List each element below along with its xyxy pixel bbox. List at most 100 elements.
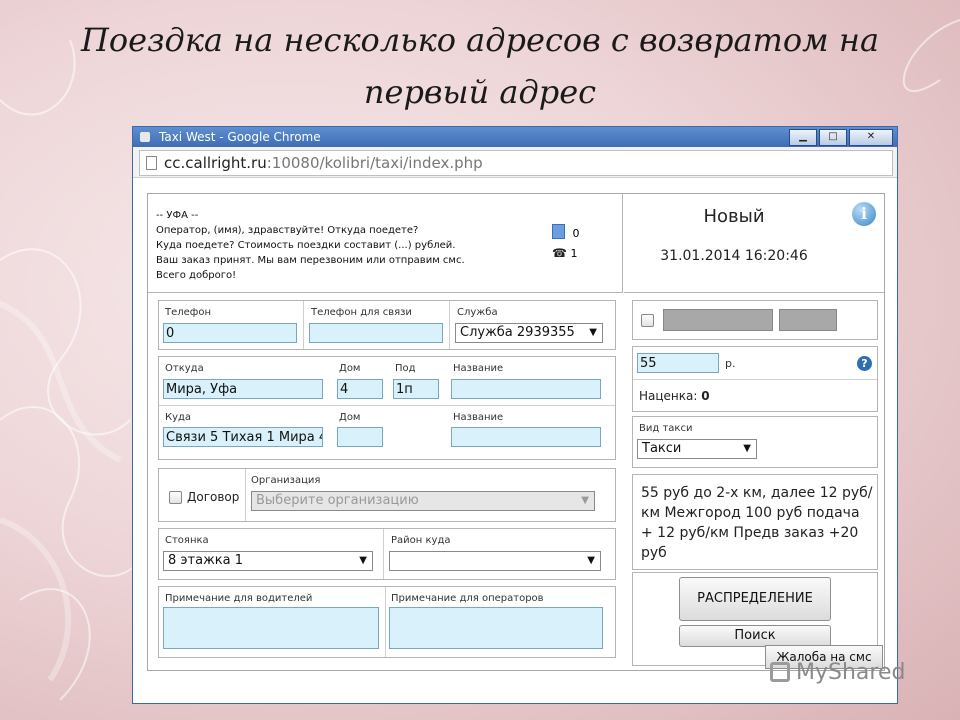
- distribute-button[interactable]: РАСПРЕДЕЛЕНИЕ: [679, 577, 831, 621]
- parking-label: Стоянка: [165, 535, 209, 546]
- organization-placeholder: Выберите организацию: [256, 493, 419, 508]
- extra-options-section: [632, 300, 878, 340]
- tariff-text: 55 руб до 2-х км, далее 12 руб/км Межгор…: [641, 485, 873, 561]
- route-section: Откуда Мира, Уфа Дом 4 Под 1п Название К…: [158, 356, 616, 460]
- divider: [383, 529, 384, 579]
- address-bar[interactable]: cc.callright.ru:10080/kolibri/taxi/index…: [139, 150, 893, 176]
- script-line: -- УФА --: [156, 210, 199, 221]
- driver-note-label: Примечание для водителей: [165, 593, 313, 604]
- from-label: Откуда: [165, 363, 204, 374]
- price-section: 55 р. ? Наценка: 0: [632, 346, 878, 412]
- url-host: cc.callright.ru: [164, 154, 267, 172]
- taxi-type-select[interactable]: Такси ▼: [637, 439, 757, 459]
- script-line: Ваш заказ принят. Мы вам перезвоним или …: [156, 255, 465, 266]
- grey-field[interactable]: [663, 309, 773, 331]
- grey-field[interactable]: [779, 309, 837, 331]
- orders-counter[interactable]: 0: [552, 224, 580, 240]
- district-to-label: Район куда: [391, 535, 451, 546]
- script-line: Куда поедете? Стоимость поездки составит…: [156, 240, 456, 251]
- address-bar-area: cc.callright.ru:10080/kolibri/taxi/index…: [133, 147, 897, 178]
- orders-count: 0: [572, 227, 580, 240]
- price-input[interactable]: 55: [637, 353, 719, 373]
- myshared-logo-icon: [770, 662, 790, 682]
- maximize-button[interactable]: □: [819, 129, 847, 146]
- organization-label: Организация: [251, 475, 321, 486]
- taxi-type-label: Вид такси: [639, 423, 693, 434]
- slide-title: Поездка на несколько адресов с возвратом…: [80, 21, 880, 111]
- calls-counter[interactable]: ☎ 1: [552, 246, 578, 260]
- script-line: Всего доброго!: [156, 270, 237, 281]
- browser-window: Taxi West - Google Chrome ▁ □ ✕ cc.callr…: [132, 126, 898, 704]
- watermark-text: MyShared: [796, 660, 906, 685]
- price-unit: р.: [725, 357, 736, 370]
- from-name-label: Название: [453, 363, 504, 374]
- phone-label: Телефон: [165, 307, 212, 318]
- from-house-label: Дом: [339, 363, 361, 374]
- surcharge: Наценка: 0: [639, 389, 710, 403]
- operator-script: -- УФА -- Оператор, (имя), здравствуйте!…: [156, 208, 465, 283]
- district-to-select[interactable]: ▼: [389, 551, 601, 571]
- service-label: Служба: [457, 307, 498, 318]
- surcharge-value: 0: [701, 389, 710, 403]
- to-label: Куда: [165, 412, 192, 423]
- chrome-app-icon: [140, 132, 150, 142]
- to-name-input[interactable]: [451, 427, 601, 447]
- phone-section: Телефон 0 Телефон для связи Служба Служб…: [158, 300, 616, 350]
- from-name-input[interactable]: [451, 379, 601, 399]
- from-entrance-label: Под: [395, 363, 416, 374]
- surcharge-label: Наценка:: [639, 389, 698, 403]
- order-status: Новый: [703, 206, 765, 227]
- script-line: Оператор, (имя), здравствуйте! Откуда по…: [156, 225, 419, 236]
- to-house-input[interactable]: [337, 427, 383, 447]
- contact-phone-label: Телефон для связи: [311, 307, 412, 318]
- taxi-type-section: Вид такси Такси ▼: [632, 416, 878, 468]
- divider: [159, 405, 615, 406]
- service-select[interactable]: Служба 2939355 ▼: [455, 323, 603, 343]
- chevron-down-icon: ▼: [359, 555, 367, 566]
- taxi-type-value: Такси: [642, 441, 682, 456]
- to-name-label: Название: [453, 412, 504, 423]
- extra-option-checkbox[interactable]: [641, 314, 654, 327]
- to-house-label: Дом: [339, 412, 361, 423]
- operator-script-panel: -- УФА -- Оператор, (имя), здравствуйте!…: [148, 194, 623, 293]
- divider: [385, 587, 386, 657]
- tariff-section: 55 руб до 2-х км, далее 12 руб/км Межгор…: [632, 474, 878, 570]
- divider: [633, 379, 877, 380]
- chevron-down-icon: ▼: [743, 443, 751, 454]
- window-title: Taxi West - Google Chrome: [159, 130, 321, 144]
- page-icon: [146, 156, 157, 170]
- chevron-down-icon: ▼: [589, 327, 597, 338]
- parking-select[interactable]: 8 этажка 1 ▼: [163, 551, 373, 571]
- calls-count: 1: [570, 247, 578, 260]
- parking-section: Стоянка 8 этажка 1 ▼ Район куда ▼: [158, 528, 616, 580]
- divider: [449, 301, 450, 349]
- from-entrance-input[interactable]: 1п: [393, 379, 439, 399]
- service-value: Служба 2939355: [460, 325, 575, 340]
- chevron-down-icon: ▼: [581, 495, 589, 506]
- from-input[interactable]: Мира, Уфа: [163, 379, 323, 399]
- operator-note-textarea[interactable]: [389, 607, 603, 649]
- close-button[interactable]: ✕: [849, 129, 893, 146]
- search-button[interactable]: Поиск: [679, 625, 831, 647]
- organization-select[interactable]: Выберите организацию ▼: [251, 491, 595, 511]
- order-datetime: 31.01.2014 16:20:46: [660, 248, 808, 264]
- info-icon[interactable]: i: [852, 202, 876, 226]
- divider: [303, 301, 304, 349]
- window-titlebar: Taxi West - Google Chrome ▁ □ ✕: [133, 127, 897, 147]
- divider: [245, 469, 246, 521]
- minimize-button[interactable]: ▁: [789, 129, 817, 146]
- to-input[interactable]: Связи 5 Тихая 1 Мира 4: [163, 427, 323, 447]
- driver-note-textarea[interactable]: [163, 607, 379, 649]
- contact-phone-input[interactable]: [309, 323, 443, 343]
- watermark: MyShared: [770, 660, 905, 685]
- phone-input[interactable]: 0: [163, 323, 297, 343]
- organization-section: Договор Организация Выберите организацию…: [158, 468, 616, 522]
- taxi-app: -- УФА -- Оператор, (имя), здравствуйте!…: [147, 193, 885, 671]
- from-house-input[interactable]: 4: [337, 379, 383, 399]
- help-icon[interactable]: ?: [857, 356, 872, 371]
- operator-note-label: Примечание для операторов: [391, 593, 544, 604]
- contract-checkbox[interactable]: [169, 491, 182, 504]
- order-status-panel: Новый 31.01.2014 16:20:46 i: [624, 194, 884, 293]
- parking-value: 8 этажка 1: [168, 553, 244, 568]
- notes-section: Примечание для водителей Примечание для …: [158, 586, 616, 658]
